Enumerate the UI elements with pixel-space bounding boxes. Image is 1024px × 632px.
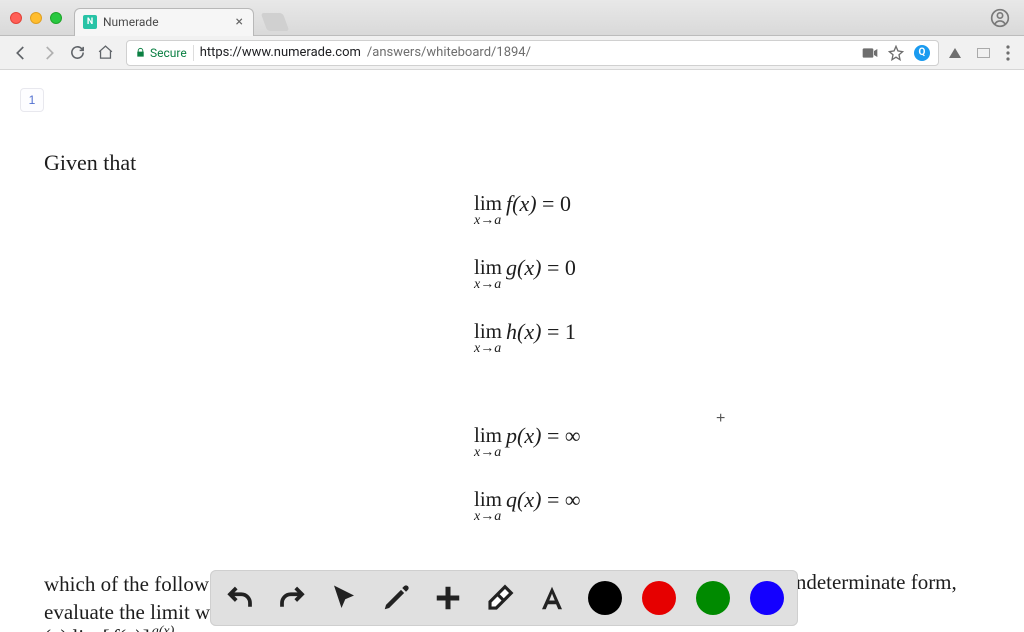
secure-indicator: Secure [135, 46, 187, 60]
omnibox-icons: Q [862, 45, 930, 61]
part-a: (a) lim [ f(x) ] g(x) [44, 625, 174, 632]
window-indicator-icon[interactable] [977, 48, 990, 58]
eq4-rhs: = ∞ [541, 423, 580, 448]
lock-icon [135, 47, 146, 58]
color-blue[interactable] [750, 581, 784, 615]
cursor-crosshair: + [716, 410, 725, 428]
tab-close-button[interactable]: × [236, 15, 243, 29]
reload-button[interactable] [64, 40, 90, 66]
eq3-rhs: = 1 [541, 319, 575, 344]
lim-subscript: x→a [474, 213, 501, 228]
lim-subscript: x→a [474, 341, 501, 356]
window-minimize-button[interactable] [30, 12, 42, 24]
separator [193, 45, 194, 61]
lim-subscript: x→a [474, 445, 501, 460]
address-bar[interactable]: Secure https://www.numerade.com/answers/… [126, 40, 939, 66]
given-label: Given that [44, 150, 136, 176]
equation-1: lim x→a f(x) = 0 [474, 192, 571, 228]
star-icon[interactable] [888, 45, 904, 61]
eq1-rhs: = 0 [537, 191, 571, 216]
browser-tab[interactable]: N Numerade × [74, 8, 254, 36]
lim-subscript: x→a [474, 277, 501, 292]
indeterminate-text: indeterminate form, [790, 570, 957, 595]
color-green[interactable] [696, 581, 730, 615]
back-button[interactable] [8, 40, 34, 66]
triangle-icon[interactable] [949, 48, 961, 58]
eq2-fn: g(x) [506, 255, 541, 280]
lim-label: lim [474, 192, 502, 215]
equation-3: lim x→a h(x) = 1 [474, 320, 576, 356]
extension-badge[interactable]: Q [914, 45, 930, 61]
color-black[interactable] [588, 581, 622, 615]
window-controls [10, 12, 62, 24]
page-number-badge[interactable]: 1 [20, 88, 44, 112]
new-tab-button[interactable] [261, 13, 290, 31]
bracket-open: [ [103, 625, 110, 632]
window-zoom-button[interactable] [50, 12, 62, 24]
plus-tool[interactable] [432, 582, 464, 614]
equation-4: lim x→a p(x) = ∞ [474, 424, 581, 460]
redo-button[interactable] [276, 582, 308, 614]
equation-2: lim x→a g(x) = 0 [474, 256, 576, 292]
camera-icon[interactable] [862, 47, 878, 59]
window-close-button[interactable] [10, 12, 22, 24]
lim-label: lim [474, 320, 502, 343]
lim-label: lim [474, 488, 502, 511]
eq5-rhs: = ∞ [541, 487, 580, 512]
extension-icons [947, 45, 1016, 61]
eq5-fn: q(x) [506, 487, 541, 512]
tab-favicon: N [83, 15, 97, 29]
follow-text: which of the follow evaluate the limit w [44, 570, 210, 627]
eq1-fn: f(x) [506, 191, 537, 216]
pencil-tool[interactable] [380, 582, 412, 614]
menu-icon[interactable] [1006, 45, 1010, 61]
follow-line2: evaluate the limit w [44, 600, 210, 624]
bracket-close: ] [143, 625, 150, 632]
browser-toolbar: Secure https://www.numerade.com/answers/… [0, 36, 1024, 70]
part-a-exponent: g(x) [152, 624, 175, 632]
home-button[interactable] [92, 40, 118, 66]
eraser-tool[interactable] [484, 582, 516, 614]
url-path: /answers/whiteboard/1894/ [367, 45, 531, 60]
titlebar: N Numerade × [0, 0, 1024, 36]
lim-subscript: x→a [474, 509, 501, 524]
lim-label: lim [474, 256, 502, 279]
part-a-fn: f(x) [112, 625, 141, 632]
color-red[interactable] [642, 581, 676, 615]
secure-label-text: Secure [150, 46, 187, 60]
eq4-fn: p(x) [506, 423, 541, 448]
forward-button[interactable] [36, 40, 62, 66]
pointer-tool[interactable] [328, 582, 360, 614]
whiteboard-toolbar [210, 570, 798, 626]
page-content: 1 Given that lim x→a f(x) = 0 lim x→a g(… [0, 70, 1024, 632]
profile-icon[interactable] [990, 8, 1010, 28]
text-tool[interactable] [536, 582, 568, 614]
equation-5: lim x→a q(x) = ∞ [474, 488, 581, 524]
undo-button[interactable] [224, 582, 256, 614]
eq3-fn: h(x) [506, 319, 541, 344]
tab-title: Numerade [103, 15, 230, 29]
eq2-rhs: = 0 [541, 255, 575, 280]
follow-line1: which of the follow [44, 572, 209, 596]
lim-label: lim [474, 424, 502, 447]
url-host: https://www.numerade.com [200, 45, 361, 60]
part-a-label: (a) lim [44, 625, 101, 632]
